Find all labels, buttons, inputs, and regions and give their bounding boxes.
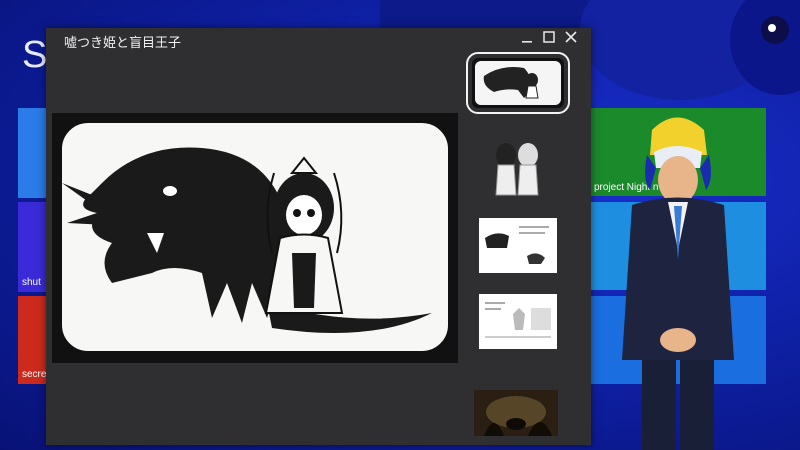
- main-illustration: [52, 113, 458, 363]
- window-controls: [519, 30, 579, 48]
- background-title-fragment: S: [22, 34, 49, 76]
- thumbnail-image: [495, 143, 539, 196]
- image-viewer-window[interactable]: 嘘つき姫と盲目王子: [46, 28, 591, 445]
- thumbnail-image: [479, 218, 557, 273]
- thumbnail-2[interactable]: [486, 130, 548, 205]
- window-title: 嘘つき姫と盲目王子: [64, 36, 182, 51]
- close-icon[interactable]: [563, 30, 579, 48]
- thumbnail-5[interactable]: [474, 390, 558, 436]
- bg-tile-label: secre: [22, 369, 47, 380]
- maximize-icon[interactable]: [541, 30, 557, 48]
- minimize-icon[interactable]: [519, 30, 535, 48]
- thumbnail-1[interactable]: [466, 52, 570, 114]
- thumbnail-image: [474, 390, 558, 436]
- main-image-view[interactable]: [52, 113, 458, 363]
- bg-tile-label: shut: [22, 277, 41, 288]
- presenter-figure: [622, 117, 734, 450]
- thumbnail-4[interactable]: [479, 294, 557, 349]
- thumbnail-image: [479, 294, 557, 349]
- thumbnail-image: [475, 61, 561, 105]
- thumbnail-3[interactable]: [479, 218, 557, 273]
